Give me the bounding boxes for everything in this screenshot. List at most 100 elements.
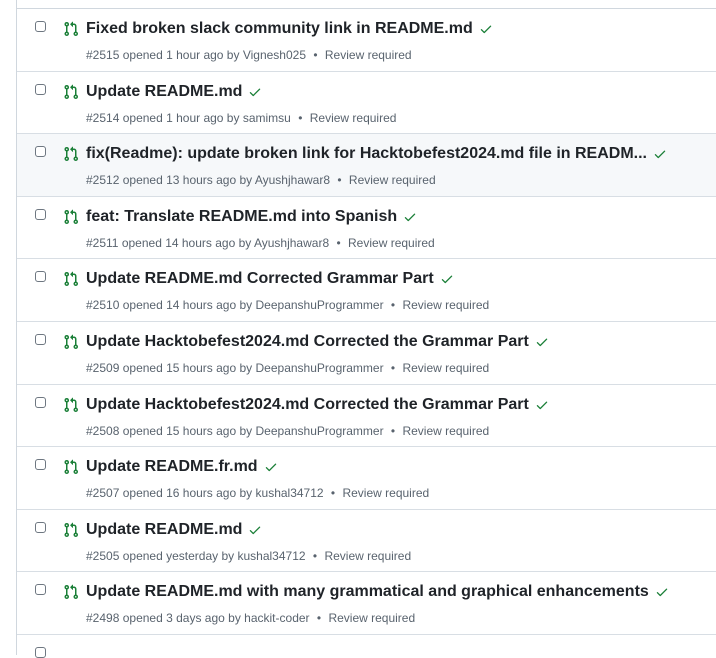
pr-meta: #2505 opened yesterday by kushal34712 • … xyxy=(86,549,411,563)
check-icon[interactable] xyxy=(655,585,669,599)
pr-author-link[interactable]: kushal34712 xyxy=(237,549,305,563)
pr-number: #2498 xyxy=(86,611,120,626)
check-icon[interactable] xyxy=(535,398,549,412)
select-checkbox[interactable] xyxy=(35,21,46,32)
select-checkbox[interactable] xyxy=(35,83,46,95)
separator-dot: • xyxy=(337,173,342,188)
review-status[interactable]: Review required xyxy=(349,173,436,187)
list-item: Update README.fr.md #2507 opened 16 hour… xyxy=(17,447,716,510)
review-status[interactable]: Review required xyxy=(310,111,397,125)
list-item: Update README.md Corrected Grammar Part … xyxy=(17,259,716,322)
separator-dot: • xyxy=(312,548,318,563)
pr-title-link[interactable]: Update README.md with many grammatical a… xyxy=(86,583,649,601)
pr-title-link[interactable]: fix(Readme): update broken link for Hack… xyxy=(86,145,647,163)
select-checkbox[interactable] xyxy=(35,646,46,658)
pr-number: #2509 xyxy=(86,360,120,375)
pr-title-link[interactable]: Update Hacktobefest2024.md Corrected the… xyxy=(86,396,529,414)
pr-opened-text: opened 13 hours ago by xyxy=(122,173,253,188)
separator-dot: • xyxy=(316,611,322,626)
pr-author-link[interactable]: DeepanshuProgrammer xyxy=(256,424,384,438)
pr-meta: #2507 opened 16 hours ago by kushal34712… xyxy=(86,486,429,500)
list-item: Fixed broken slack community link in REA… xyxy=(17,9,716,72)
git-pull-request-open-icon xyxy=(64,397,79,412)
pr-opened-text: opened 15 hours ago by xyxy=(122,423,253,438)
review-status[interactable]: Review required xyxy=(342,486,429,500)
check-icon[interactable] xyxy=(535,335,549,349)
check-icon[interactable] xyxy=(248,85,262,99)
check-icon[interactable] xyxy=(479,22,493,36)
pr-meta: #2510 opened 14 hours ago by DeepanshuPr… xyxy=(86,298,489,312)
pull-request-list: Fixed broken slack community link in REA… xyxy=(16,8,716,658)
git-pull-request-open-icon xyxy=(64,209,79,224)
separator-dot: • xyxy=(390,298,396,313)
review-status[interactable]: Review required xyxy=(402,298,489,312)
list-item: fix(Readme): update broken link for Hack… xyxy=(17,134,716,197)
pr-title-link[interactable]: Update README.md xyxy=(86,521,242,539)
separator-dot: • xyxy=(330,486,336,501)
select-checkbox[interactable] xyxy=(35,459,46,471)
separator-dot: • xyxy=(336,235,341,250)
pr-author-link[interactable]: DeepanshuProgrammer xyxy=(256,361,384,375)
git-pull-request-open-icon xyxy=(64,584,79,600)
select-checkbox[interactable] xyxy=(35,521,46,533)
separator-dot: • xyxy=(390,360,396,375)
check-icon[interactable] xyxy=(440,272,454,286)
review-status[interactable]: Review required xyxy=(402,424,489,438)
review-status[interactable]: Review required xyxy=(328,611,415,625)
select-checkbox[interactable] xyxy=(35,584,46,596)
pr-author-link[interactable]: hackit-coder xyxy=(244,611,309,625)
pr-title-link[interactable]: Update Hacktobefest2024.md Corrected the… xyxy=(86,333,529,351)
pr-number: #2511 xyxy=(86,235,119,250)
pr-opened-text: opened 3 days ago by xyxy=(122,611,241,626)
git-pull-request-open-icon xyxy=(64,146,79,162)
pr-number: #2510 xyxy=(86,298,120,313)
pr-number: #2505 xyxy=(86,548,120,563)
pr-meta: #2498 opened 3 days ago by hackit-coder … xyxy=(86,611,415,625)
review-status[interactable]: Review required xyxy=(402,361,489,375)
list-border-top xyxy=(16,0,17,8)
review-status[interactable]: Review required xyxy=(325,48,412,62)
pr-number: #2514 xyxy=(86,110,120,125)
separator-dot: • xyxy=(298,110,303,125)
pr-author-link[interactable]: Vignesh025 xyxy=(243,48,306,62)
pr-number: #2507 xyxy=(86,486,120,501)
git-pull-request-open-icon xyxy=(64,334,79,349)
pr-number: #2508 xyxy=(86,423,120,438)
select-checkbox[interactable] xyxy=(35,208,46,220)
pr-meta: #2515 opened 1 hour ago by Vignesh025 • … xyxy=(86,48,412,62)
pr-author-link[interactable]: Ayushjhawar8 xyxy=(255,173,330,187)
check-icon[interactable] xyxy=(403,210,417,224)
select-checkbox[interactable] xyxy=(35,271,46,283)
pr-author-link[interactable]: samimsu xyxy=(243,111,291,125)
pr-title-link[interactable]: Fixed broken slack community link in REA… xyxy=(86,20,473,38)
list-item: Update Hacktobefest2024.md Corrected the… xyxy=(17,384,716,448)
pr-author-link[interactable]: Ayushjhawar8 xyxy=(254,236,329,250)
list-item: Update README.md #2514 opened 1 hour ago… xyxy=(17,71,716,135)
list-item: Update README.md with many grammatical a… xyxy=(17,572,716,635)
review-status[interactable]: Review required xyxy=(348,236,435,250)
list-item: Update Hacktobefest2024.md Corrected the… xyxy=(17,321,716,385)
pr-opened-text: opened 1 hour ago by xyxy=(122,110,240,125)
git-pull-request-open-icon xyxy=(64,21,79,37)
git-pull-request-open-icon xyxy=(64,271,79,287)
pr-meta: #2509 opened 15 hours ago by DeepanshuPr… xyxy=(86,361,489,375)
pr-opened-text: opened 14 hours ago by xyxy=(121,235,252,250)
pr-meta: #2508 opened 15 hours ago by DeepanshuPr… xyxy=(86,424,489,438)
pr-title-link[interactable]: feat: Translate README.md into Spanish xyxy=(86,208,397,226)
check-icon[interactable] xyxy=(653,147,667,161)
pr-title-link[interactable]: Update README.md Corrected Grammar Part xyxy=(86,270,434,288)
select-checkbox[interactable] xyxy=(35,146,46,158)
pr-opened-text: opened 16 hours ago by xyxy=(122,486,253,501)
pr-author-link[interactable]: kushal34712 xyxy=(256,486,324,500)
select-checkbox[interactable] xyxy=(35,396,46,408)
separator-dot: • xyxy=(313,48,318,62)
pr-title-link[interactable]: Update README.md xyxy=(86,83,242,101)
git-pull-request-open-icon xyxy=(64,84,79,99)
select-checkbox[interactable] xyxy=(35,333,46,345)
pr-title-link[interactable]: Update README.fr.md xyxy=(86,458,258,476)
review-status[interactable]: Review required xyxy=(324,549,411,563)
pr-author-link[interactable]: DeepanshuProgrammer xyxy=(256,298,384,312)
pr-meta: #2511 opened 14 hours ago by Ayushjhawar… xyxy=(86,236,435,250)
check-icon[interactable] xyxy=(248,523,262,537)
check-icon[interactable] xyxy=(264,460,278,474)
